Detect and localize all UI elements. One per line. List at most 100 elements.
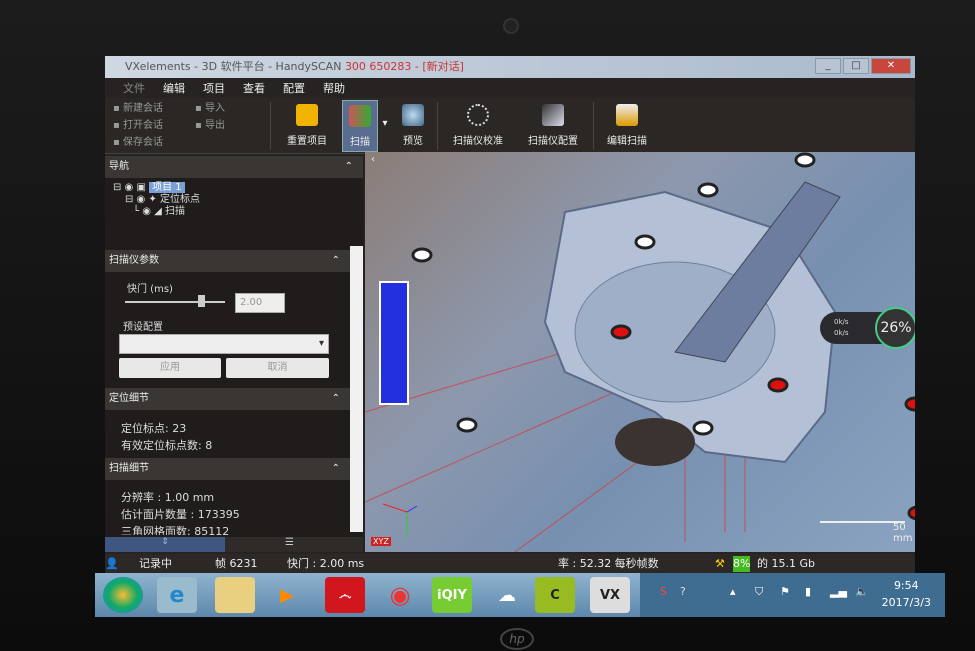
title-bar: VXelements - 3D 软件平台 - HandySCAN 300 650… — [105, 56, 915, 78]
section-title: 导航 — [109, 161, 129, 172]
apply-button[interactable]: 应用 — [119, 358, 221, 378]
shutter-slider[interactable] — [125, 295, 225, 307]
taskbar-explorer[interactable] — [215, 577, 255, 613]
taskbar-baidu-cloud[interactable]: ☁ — [487, 577, 527, 613]
edit-scan-button[interactable]: 编辑扫描 — [599, 100, 655, 152]
tree-item-scan[interactable]: └ ◉ ◢ 扫描 — [113, 206, 200, 218]
label: 扫描仪配置 — [528, 136, 578, 147]
taskbar-player[interactable]: ▶ — [267, 577, 307, 613]
slider-thumb[interactable] — [198, 295, 205, 307]
label: 扫描仪校准 — [453, 136, 503, 147]
session-name: - [新对话] — [411, 60, 464, 73]
scan-details-header[interactable]: 扫描细节 ⌃ — [105, 458, 350, 480]
preset-select[interactable]: ▾ — [119, 334, 329, 354]
tree-item-project[interactable]: ⊟ ◉ ▣ 项目 1 — [113, 182, 200, 194]
sogou-icon[interactable]: S — [660, 585, 667, 598]
menu-file[interactable]: 文件 — [123, 80, 145, 98]
scan-button[interactable]: 扫描 — [342, 100, 378, 152]
panel-scrollbar[interactable] — [350, 246, 363, 532]
label: 导入 — [204, 103, 225, 114]
calibrate-icon — [467, 104, 489, 126]
taskbar-netease-music[interactable]: ෴ — [325, 577, 365, 613]
cancel-button[interactable]: 取消 — [226, 358, 329, 378]
minimize-button[interactable]: _ — [815, 58, 841, 74]
taskbar: e ▶ ෴ ◉ iQIY ☁ C VX S ? ▴ ⛉ ⚑ ▮ ▂▄ 🔈 9:5… — [95, 573, 945, 617]
shield-icon[interactable]: ⛉ — [755, 585, 763, 599]
volume-icon[interactable]: 🔈 — [855, 585, 869, 598]
panel-tabs: ⇕ ☰ — [105, 537, 363, 552]
tab-properties[interactable]: ⇕ — [105, 537, 225, 552]
positioning-header[interactable]: 定位细节 ⌃ — [105, 388, 350, 410]
reset-project-icon — [296, 104, 318, 126]
shutter-input[interactable]: 2.00 — [235, 293, 285, 313]
help-icon[interactable]: ? — [680, 585, 686, 598]
taskbar-iqiyi[interactable]: iQIY — [432, 577, 472, 613]
collapse-panel-icon[interactable]: ‹ — [371, 154, 375, 165]
close-button[interactable]: ✕ — [871, 58, 911, 74]
app-title: VXelements - 3D 软件平台 - HandySCAN — [125, 60, 345, 73]
scan-scene — [365, 152, 915, 552]
memory-percent: 8% — [733, 556, 751, 572]
edit-scan-icon — [616, 104, 638, 126]
menu-project[interactable]: 项目 — [203, 80, 225, 98]
clock[interactable]: 9:54 2017/3/3 — [882, 577, 931, 611]
taskbar-cds[interactable]: C — [535, 577, 575, 613]
scan-dropdown[interactable]: ▾ — [378, 100, 392, 152]
menu-help[interactable]: 帮助 — [323, 80, 345, 98]
save-session-button[interactable]: ▪ 保存会话 — [113, 134, 163, 151]
preview-button[interactable]: 预览 — [395, 100, 431, 152]
menu-config[interactable]: 配置 — [283, 80, 305, 98]
label: 预览 — [403, 136, 423, 147]
battery-icon[interactable]: ▮ — [805, 585, 811, 598]
collapse-icon[interactable]: ⌃ — [332, 250, 340, 272]
menu-view[interactable]: 查看 — [243, 80, 265, 98]
left-panel: 导航 ⌃ ⊟ ◉ ▣ 项目 1 ⊟ ◉ ✦ 定位标点 └ ◉ ◢ 扫描 扫描仪参数… — [105, 156, 363, 552]
3d-viewport[interactable]: ‹ XYZ 50 mm 0k/s 0k/s 26% — [365, 152, 915, 552]
tree-item-targets[interactable]: ⊟ ◉ ✦ 定位标点 — [113, 194, 200, 206]
label: 打开会话 — [122, 120, 163, 131]
maximize-button[interactable]: □ — [843, 58, 869, 74]
scanner-config-button[interactable]: 扫描仪配置 — [520, 100, 586, 152]
collapse-icon[interactable]: ⌃ — [332, 388, 340, 410]
taskbar-vxelements[interactable]: VX — [590, 577, 630, 613]
magnifier-icon — [402, 104, 424, 126]
frame-rate: 率 : 52.32 每秒帧数 — [558, 557, 659, 570]
label: 扫描 — [350, 137, 370, 148]
new-session-button[interactable]: ▪ 新建会话 — [113, 100, 163, 117]
scanner-icon — [542, 104, 564, 126]
app-window: VXelements - 3D 软件平台 - HandySCAN 300 650… — [105, 56, 915, 574]
date: 2017/3/3 — [881, 596, 931, 609]
label: 项目 1 — [149, 182, 185, 193]
scan-icon — [349, 105, 371, 127]
serial-number: 300 650283 — [344, 60, 412, 73]
memory-text: 的 15.1 Gb — [757, 557, 815, 570]
nav-header[interactable]: 导航 ⌃ — [105, 156, 363, 178]
flag-icon[interactable]: ⚑ — [780, 585, 790, 598]
chevron-down-icon: ▾ — [382, 118, 388, 129]
label: 编辑扫描 — [607, 136, 647, 147]
show-hidden-icon[interactable]: ▴ — [730, 585, 736, 598]
label: 保存会话 — [122, 137, 163, 148]
network-icon[interactable]: ▂▄ — [830, 585, 847, 598]
reset-project-button[interactable]: 重置项目 — [277, 100, 337, 152]
taskbar-ie[interactable]: e — [157, 577, 197, 613]
collapse-icon[interactable]: ⌃ — [332, 458, 340, 480]
start-button[interactable] — [103, 577, 143, 613]
taskbar-chrome[interactable]: ◉ — [380, 577, 420, 613]
memory-icon: ⚒ — [715, 557, 725, 570]
tab-list[interactable]: ☰ — [285, 537, 294, 548]
status-bar: 👤 记录中 帧 6231 快门 : 2.00 ms 率 : 52.32 每秒帧数… — [105, 554, 915, 574]
open-session-button[interactable]: ▪ 打开会话 — [113, 117, 163, 134]
import-button[interactable]: ▪ 导入 — [195, 100, 225, 117]
calibrate-button[interactable]: 扫描仪校准 — [443, 100, 513, 152]
menu-edit[interactable]: 编辑 — [163, 80, 185, 98]
scanner-params-header[interactable]: 扫描仪参数 ⌃ — [105, 250, 350, 272]
export-button[interactable]: ▪ 导出 — [195, 117, 225, 134]
collapse-icon[interactable]: ⌃ — [345, 156, 353, 178]
label: 扫描 — [164, 206, 185, 217]
nav-tree: ⊟ ◉ ▣ 项目 1 ⊟ ◉ ✦ 定位标点 └ ◉ ◢ 扫描 — [113, 182, 200, 218]
resolution: 分辨率 : 1.00 mm — [121, 491, 215, 504]
progress-dial: 26% — [875, 307, 915, 349]
distance-gauge — [379, 281, 409, 405]
hub-bore — [615, 418, 695, 466]
